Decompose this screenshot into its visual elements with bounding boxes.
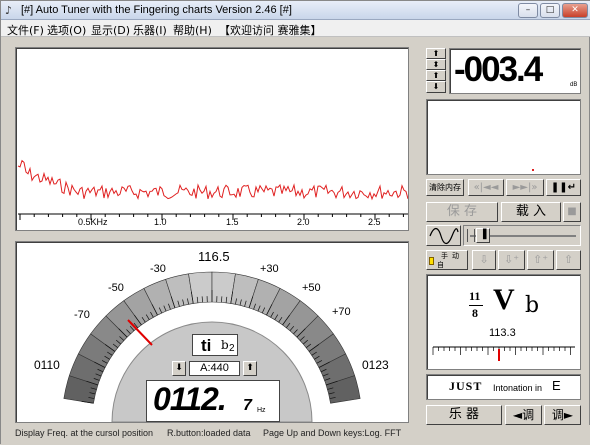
db-arrow-group: ⬆ ⬍ ⬆ ⬇ (426, 48, 446, 94)
stop-button[interactable]: ■ (563, 202, 581, 222)
slider-thumb[interactable]: ▐ (476, 228, 490, 243)
a-ref-display: A:440 (189, 361, 240, 376)
frequency-unit: Hz (257, 407, 266, 414)
frequency-display: 0112. 7 Hz (146, 380, 280, 422)
menu-options[interactable]: 选项(O) (47, 22, 86, 38)
tuner-meter-panel: 116.5 -30 +30 -50 +50 -70 +70 0110 0123 … (15, 241, 409, 423)
instrument-button[interactable]: 乐 器 (426, 405, 502, 425)
a-ref-down-button[interactable]: ⬇ (172, 361, 186, 376)
arrow-up-plus-button[interactable]: ⇧⁺ (527, 250, 554, 270)
volume-slider[interactable]: ▐ (463, 225, 581, 246)
scale-label: -70 (74, 309, 90, 321)
scale-label: +70 (332, 306, 351, 318)
a-ref-up-button[interactable]: ⬆ (243, 361, 257, 376)
arrow-up-button[interactable]: ⇧ (556, 250, 581, 270)
status-middle: R.button:loaded data (167, 428, 251, 438)
db-unit: dB (570, 82, 577, 88)
notation-accidental: b (525, 293, 539, 318)
mode-indicator-icon (429, 257, 434, 265)
scale-label: +50 (302, 282, 321, 294)
load-button[interactable]: 载 入 (501, 202, 561, 222)
intonation-text: Intonation in (493, 383, 542, 393)
app-icon: ♪ (5, 4, 18, 17)
arrow-down-button[interactable]: ⇩ (472, 250, 496, 270)
minimize-button[interactable]: – (518, 3, 538, 18)
slider-start-mark (467, 229, 475, 242)
scale-label: -30 (150, 263, 166, 275)
tune-left-button[interactable]: ◄调 (505, 405, 542, 425)
save-button[interactable]: 保 存 (426, 202, 498, 222)
window-title: [#] Auto Tuner with the Fingering charts… (21, 4, 292, 16)
maximize-button[interactable]: □ (540, 3, 560, 18)
status-bar: Display Freq. at the cursol position R.b… (1, 425, 590, 445)
waveform-panel (426, 99, 581, 175)
db-mid-button[interactable]: ⬆ (426, 70, 446, 81)
spectrum-plot (16, 48, 408, 230)
frequency-main: 0112. (153, 381, 226, 418)
menu-file[interactable]: 文件(F) (7, 22, 44, 38)
db-down-button[interactable]: ⬇ (426, 81, 446, 93)
left-note-value: 0110 (34, 358, 60, 372)
spectrum-tick-label: 2.5 (368, 217, 381, 227)
db-value: -003.4 (454, 50, 541, 90)
main-window: ♪ [#] Auto Tuner with the Fingering char… (0, 0, 590, 444)
db-up-button[interactable]: ⬍ (426, 59, 446, 70)
auto-label: 自 (437, 260, 444, 270)
clear-memory-button[interactable]: 清除内存 (426, 179, 464, 196)
spectrum-tick-label: 2.0 (297, 217, 310, 227)
fraction-bottom: 8 (472, 306, 478, 321)
tune-right-button[interactable]: 调► (544, 405, 581, 425)
notation-panel: 11 8 V b 113.3 (426, 274, 581, 370)
center-value: 116.5 (198, 249, 230, 264)
fraction-top: 11 (469, 289, 480, 304)
db-display: -003.4 dB (449, 48, 581, 94)
move-label: 动 (452, 251, 459, 261)
note-subscript: 2 (229, 343, 235, 354)
pause-return-button[interactable]: ❚❚↵ (546, 179, 581, 196)
forward-button[interactable]: ►►|» (506, 179, 544, 196)
waveform-marker (532, 169, 534, 171)
frequency-decimal: 7 (243, 397, 252, 415)
intonation-key: E (552, 378, 561, 393)
intonation-panel: JUST Intonation in E (426, 374, 581, 400)
scale-label: -50 (108, 282, 124, 294)
menu-visit-link[interactable]: 【欢迎访问 赛雅集】 (219, 22, 322, 38)
manual-auto-toggle[interactable]: 手 动 自 (426, 250, 468, 270)
menu-instrument[interactable]: 乐器(I) (133, 22, 167, 38)
spectrum-tick-label: 1.0 (154, 217, 167, 227)
close-button[interactable]: ✕ (562, 3, 588, 18)
intonation-just: JUST (449, 379, 482, 394)
cents-scale (427, 337, 580, 367)
status-left: Display Freq. at the cursol position (15, 428, 153, 438)
note-name-box: ti b 2 (192, 334, 238, 356)
spectrum-tick-label: 1.5 (226, 217, 239, 227)
sine-wave-icon (427, 226, 460, 245)
menu-display[interactable]: 显示(D) (91, 22, 130, 38)
rewind-button[interactable]: «|◄◄ (468, 179, 504, 196)
menu-help[interactable]: 帮助(H) (173, 22, 212, 38)
status-right: Page Up and Down keys:Log. FFT (263, 428, 401, 438)
notation-letter: V (493, 283, 515, 317)
db-top-button[interactable]: ⬆ (426, 48, 446, 59)
spectrum-tick-label: 0.5KHz (78, 217, 108, 227)
menu-bar: 文件(F) 选项(O) 显示(D) 乐器(I) 帮助(H) 【欢迎访问 赛雅集】 (1, 20, 590, 37)
note-name: ti (201, 336, 211, 356)
spectrum-panel[interactable]: 0.5KHz 1.0 1.5 2.0 2.5 (15, 47, 409, 231)
sine-wave-button[interactable] (426, 225, 461, 246)
scale-label: +30 (260, 263, 279, 275)
note-accidental: b (221, 338, 229, 352)
title-bar: ♪ [#] Auto Tuner with the Fingering char… (1, 1, 590, 20)
right-note-value: 0123 (362, 358, 389, 372)
arrow-down-plus-button[interactable]: ⇩⁺ (498, 250, 525, 270)
